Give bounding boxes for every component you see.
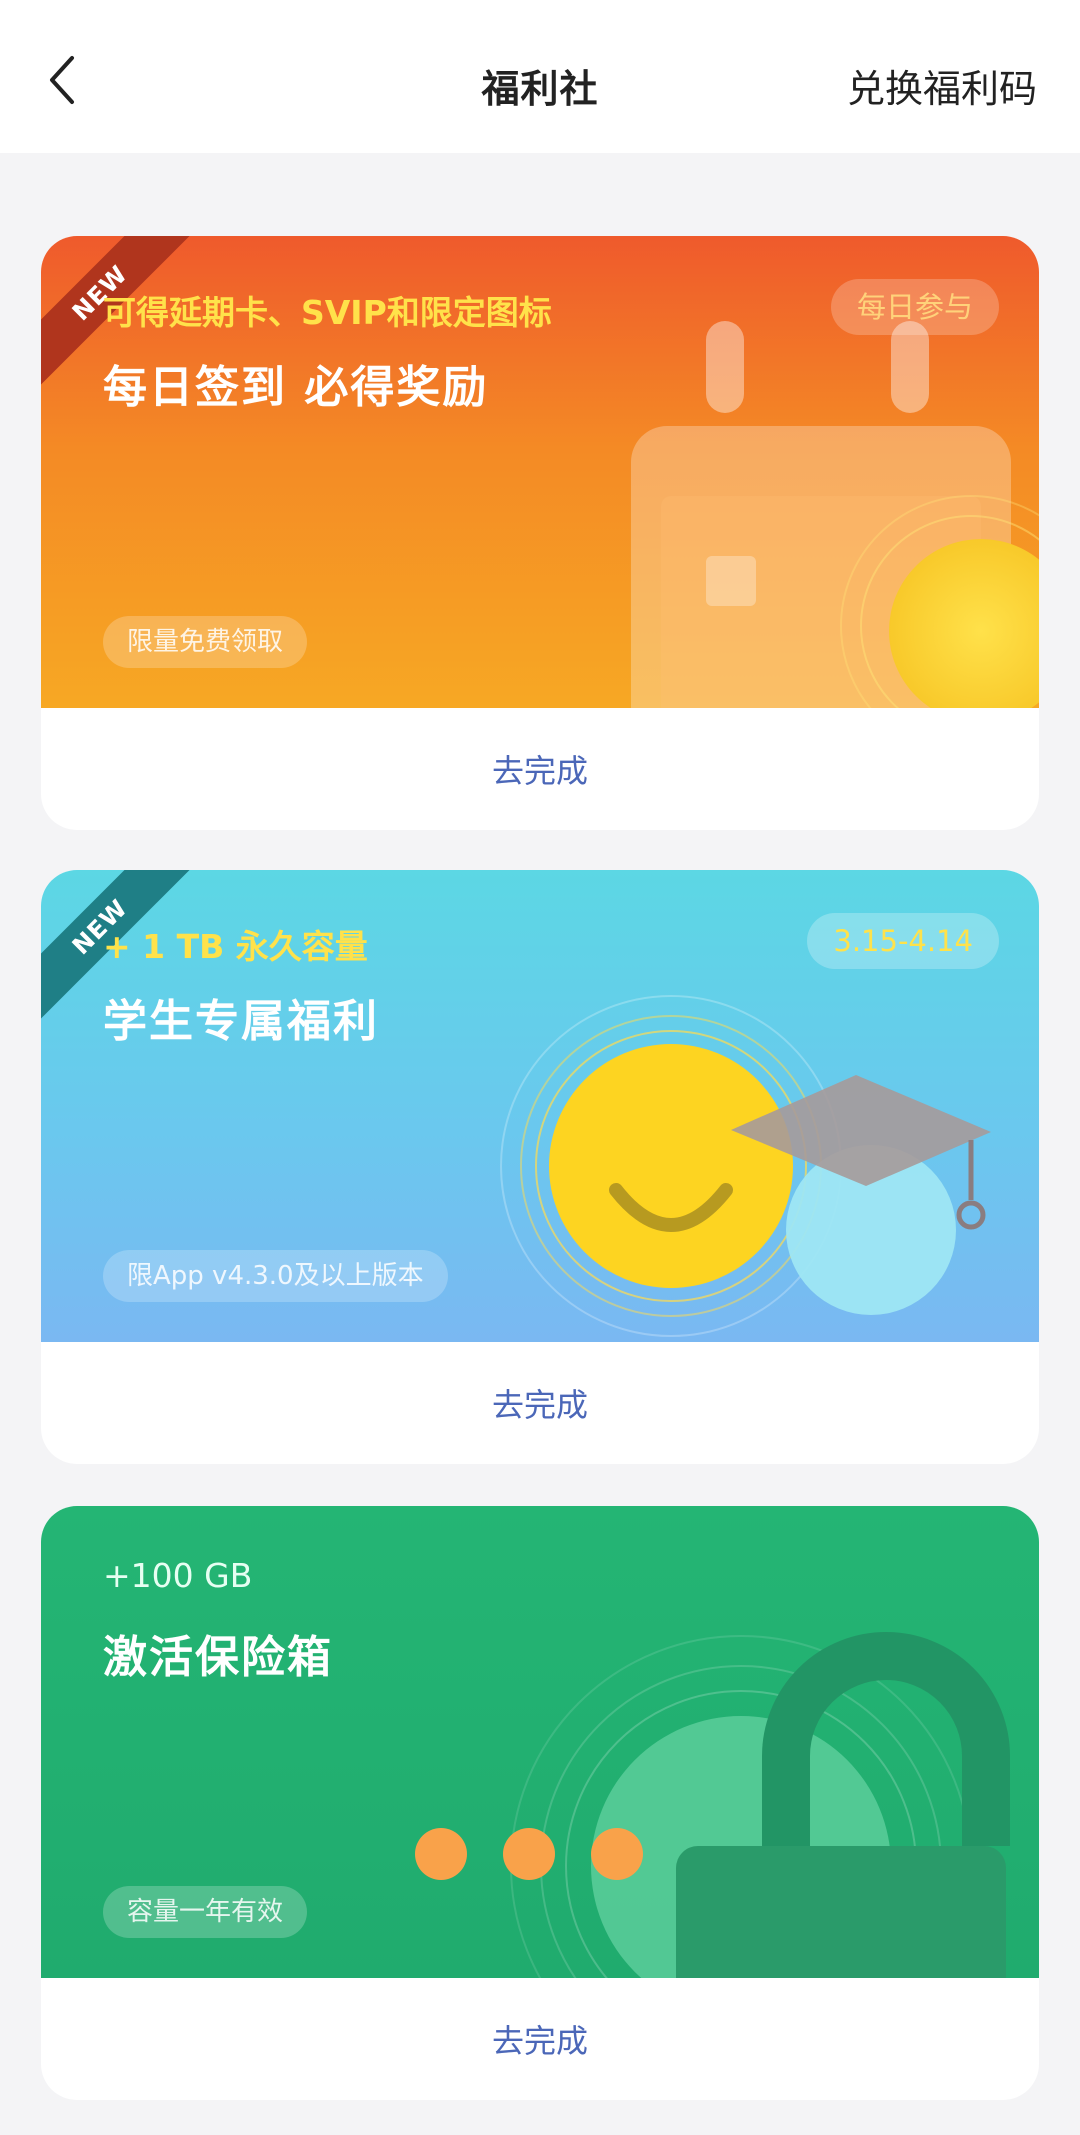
redeem-code-link[interactable]: 兑换福利码	[847, 58, 1037, 113]
card-banner[interactable]: +100 GB 激活保险箱 容量一年有效	[41, 1506, 1039, 1978]
card-tag: 限量免费领取	[103, 616, 308, 668]
go-complete-button[interactable]: 去完成	[41, 708, 1039, 830]
date-range-badge: 3.15-4.14	[807, 913, 999, 969]
card-title: 激活保险箱	[103, 1632, 333, 1683]
daily-checkin-card[interactable]: NEW 可得延期卡、SVIP和限定图标 每日签到 必得奖励 每日参与 限量免费领…	[41, 236, 1039, 830]
card-tag: 容量一年有效	[103, 1886, 308, 1938]
card-title: 每日签到 必得奖励	[103, 362, 489, 413]
card-banner[interactable]: NEW 可得延期卡、SVIP和限定图标 每日签到 必得奖励 每日参与 限量免费领…	[41, 236, 1039, 708]
go-complete-button[interactable]: 去完成	[41, 1978, 1039, 2100]
card-title: 学生专属福利	[103, 996, 379, 1047]
participation-badge: 每日参与	[830, 279, 999, 335]
card-banner[interactable]: NEW + 1 TB 永久容量 学生专属福利 3.15-4.14 限App v4…	[41, 870, 1039, 1342]
card-subtitle: 可得延期卡、SVIP和限定图标	[103, 293, 552, 332]
top-nav-bar: 福利社 兑换福利码	[0, 0, 1080, 153]
go-complete-button[interactable]: 去完成	[41, 1342, 1039, 1464]
card-subtitle: +100 GB	[103, 1556, 253, 1595]
card-subtitle: + 1 TB 永久容量	[103, 927, 368, 966]
card-tag: 限App v4.3.0及以上版本	[103, 1250, 448, 1302]
safe-box-card[interactable]: +100 GB 激活保险箱 容量一年有效 去完成	[41, 1506, 1039, 2100]
student-benefit-card[interactable]: NEW + 1 TB 永久容量 学生专属福利 3.15-4.14 限App v4…	[41, 870, 1039, 1464]
